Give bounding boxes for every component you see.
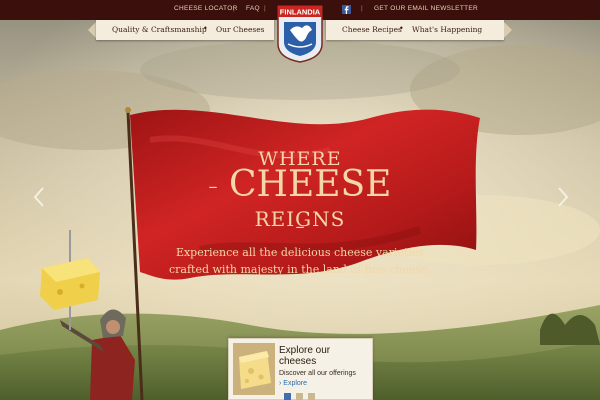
hero-dash-left: –	[208, 176, 218, 197]
nav-cheese-recipes[interactable]: Cheese Recipes	[342, 25, 402, 34]
ribbon-tail-right	[504, 22, 512, 38]
carousel-dot[interactable]	[308, 393, 315, 400]
promo-title: Explore our cheeses	[279, 345, 331, 367]
chevron-left-icon[interactable]	[32, 186, 46, 208]
utility-separator: |	[264, 5, 266, 12]
nav-our-cheeses[interactable]: Our Cheeses	[216, 25, 265, 34]
hero-line-reigns: REIGNS	[254, 207, 346, 231]
explore-link[interactable]: › Explore	[279, 380, 307, 387]
hero-cheese-word: CHEESE	[229, 164, 392, 205]
hero-description-2: crafted with majesty in the land of fine…	[169, 263, 431, 276]
chevron-right-icon[interactable]	[556, 186, 570, 208]
utility-separator: |	[233, 5, 235, 12]
carousel-dot[interactable]	[296, 393, 303, 400]
main-nav-right: Cheese Recipes • What's Happening	[326, 20, 504, 40]
faq-link[interactable]: FAQ	[246, 5, 260, 12]
nav-quality-craftsmanship[interactable]: Quality & Craftsmanship	[112, 25, 207, 34]
finlandia-logo[interactable]: FINLANDIA	[276, 4, 324, 64]
nav-separator: •	[203, 24, 208, 33]
main-nav-left: Quality & Craftsmanship • Our Cheeses	[96, 20, 274, 40]
promo-subtitle: Discover all our offerings	[279, 370, 356, 377]
facebook-icon[interactable]	[342, 5, 351, 14]
nav-separator: •	[399, 24, 404, 33]
cheese-thumbnail	[233, 343, 275, 395]
explore-cheeses-panel[interactable]: Explore our cheeses Discover all our off…	[228, 338, 373, 400]
cheese-locator-link[interactable]: CHEESE LOCATOR	[174, 5, 238, 12]
carousel-indicators	[284, 393, 315, 400]
logo-text: FINLANDIA	[280, 8, 321, 17]
newsletter-link[interactable]: GET OUR EMAIL NEWSLETTER	[374, 5, 478, 12]
hero-line-cheese: – CHEESE –	[200, 166, 400, 246]
nav-whats-happening[interactable]: What's Happening	[412, 25, 482, 34]
ribbon-tail-left	[88, 22, 96, 38]
utility-separator: |	[361, 5, 363, 12]
hero-description-1: Experience all the delicious cheese vari…	[175, 246, 425, 259]
carousel-dot[interactable]	[284, 393, 291, 400]
